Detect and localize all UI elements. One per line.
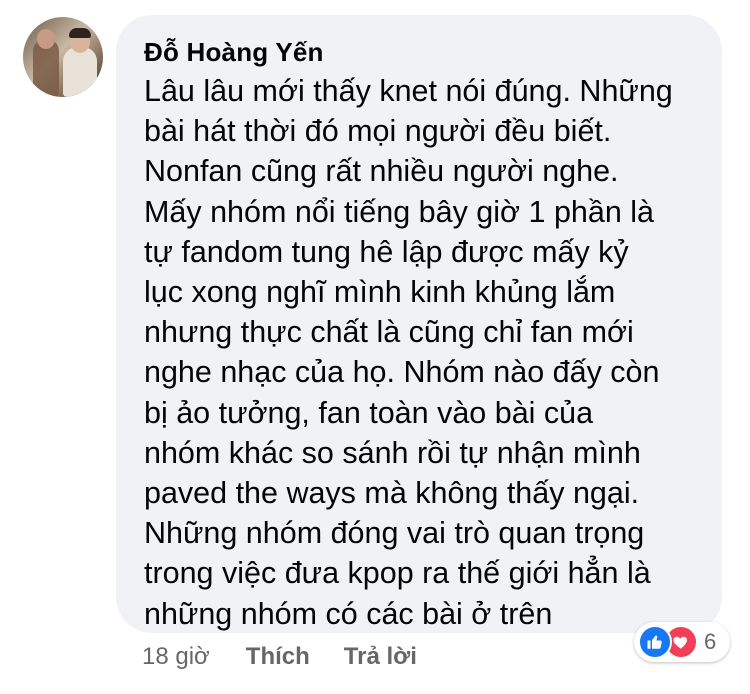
avatar-figure-right <box>63 47 97 97</box>
like-button[interactable]: Thích <box>246 643 310 671</box>
reaction-count: 6 <box>704 629 717 654</box>
comment-author[interactable]: Đỗ Hoàng Yến <box>144 35 702 69</box>
avatar[interactable] <box>23 17 103 97</box>
comment-timestamp[interactable]: 18 giờ <box>142 643 210 671</box>
reply-button[interactable]: Trả lời <box>344 643 417 671</box>
comment-bubble: Đỗ Hoàng Yến Lâu lâu mới thấy knet nói đ… <box>116 15 722 633</box>
avatar-figure-left-head <box>37 29 55 49</box>
comment-actions: 18 giờ Thích Trả lời <box>142 640 417 674</box>
avatar-figure-right-hair <box>69 28 91 38</box>
reactions-summary[interactable]: 6 <box>634 622 730 662</box>
thumbs-up-icon <box>638 625 672 659</box>
comment-text: Lâu lâu mới thấy knet nói đúng. Những bà… <box>144 74 673 631</box>
